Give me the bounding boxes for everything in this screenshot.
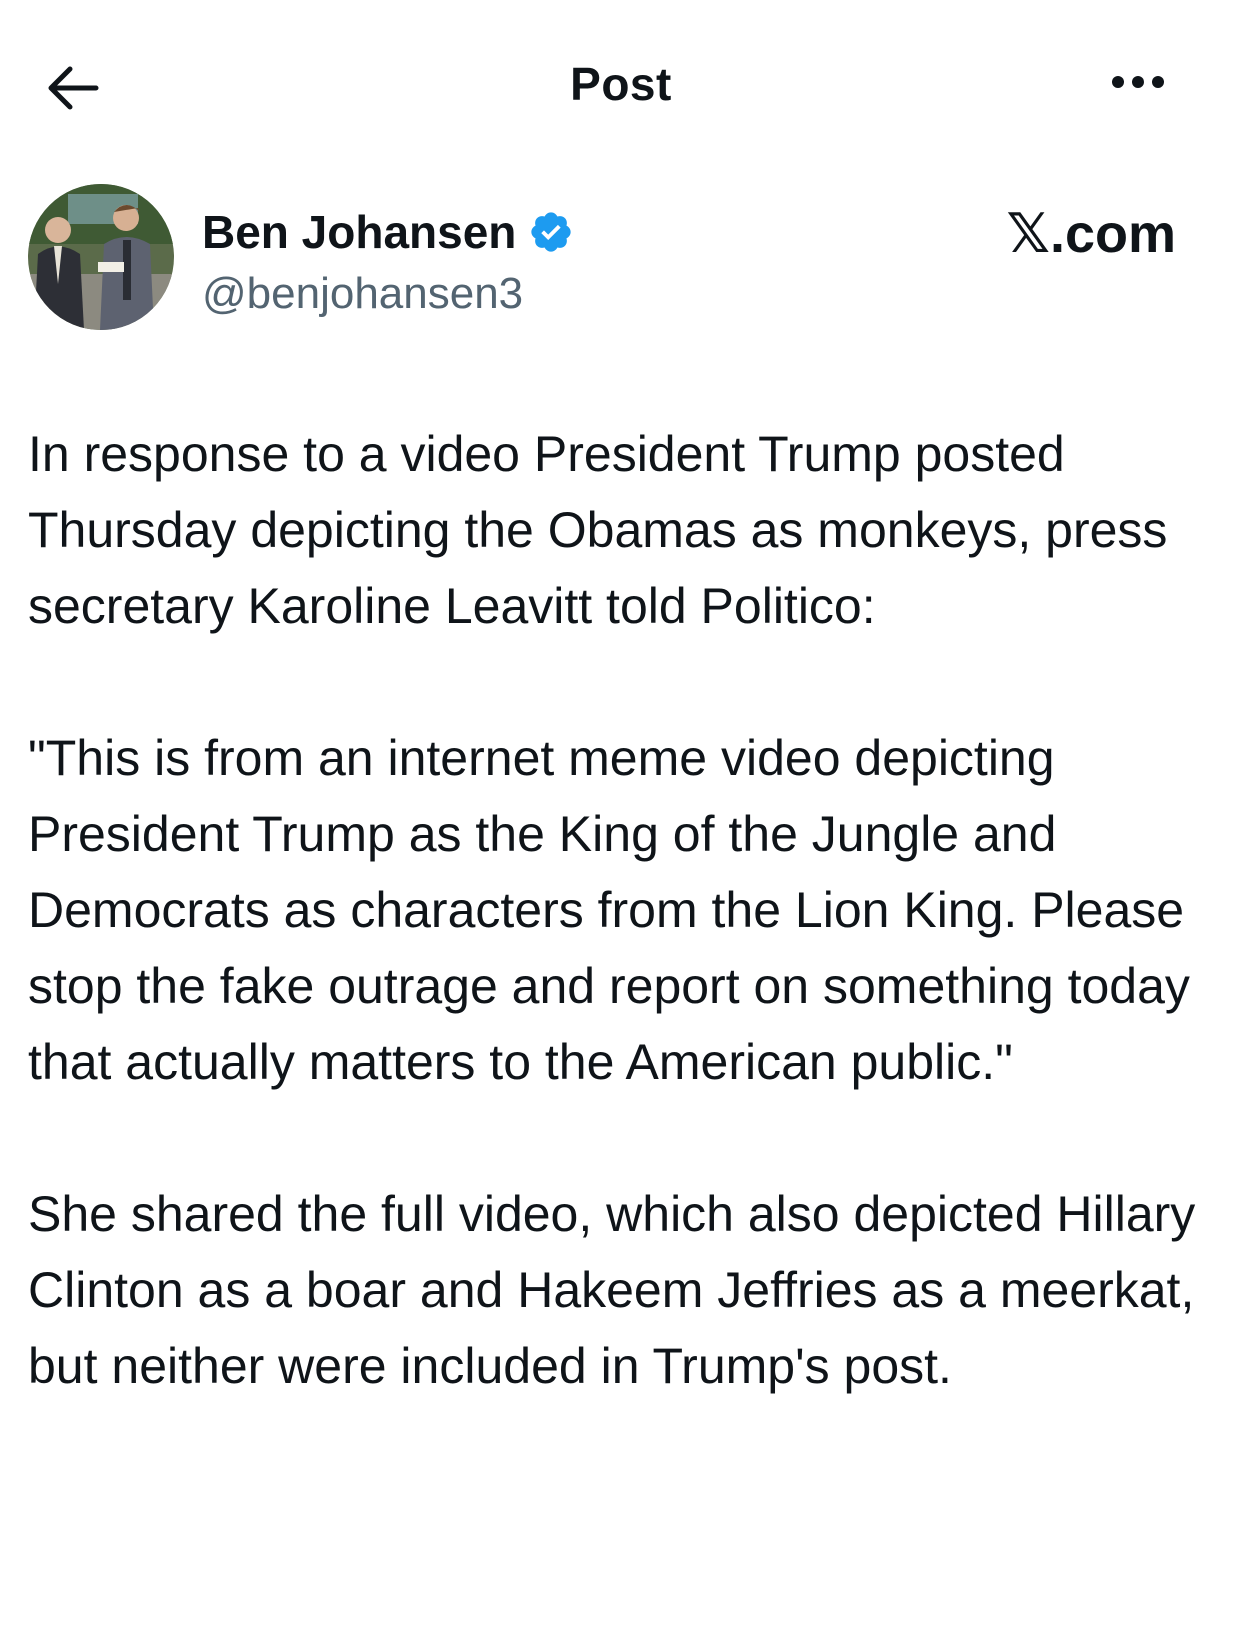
verified-badge-icon (528, 209, 574, 255)
author-row: Ben Johansen @benjohansen3 𝕏.com (0, 184, 1242, 344)
post-paragraph: She shared the full video, which also de… (28, 1186, 1196, 1394)
post-paragraph: "This is from an internet meme video dep… (28, 730, 1190, 1090)
top-bar: Post (0, 0, 1242, 170)
page-title: Post (570, 58, 672, 110)
avatar[interactable] (28, 184, 174, 330)
post-paragraph: In response to a video President Trump p… (28, 426, 1168, 634)
more-options-button[interactable] (1098, 62, 1178, 102)
source-label: 𝕏.com (1006, 204, 1176, 264)
author-handle[interactable]: @benjohansen3 (202, 266, 523, 322)
more-horizontal-icon (1112, 76, 1164, 88)
author-name-line: Ben Johansen (202, 204, 574, 260)
author-name[interactable]: Ben Johansen (202, 204, 516, 260)
post-text: In response to a video President Trump p… (28, 416, 1218, 1404)
